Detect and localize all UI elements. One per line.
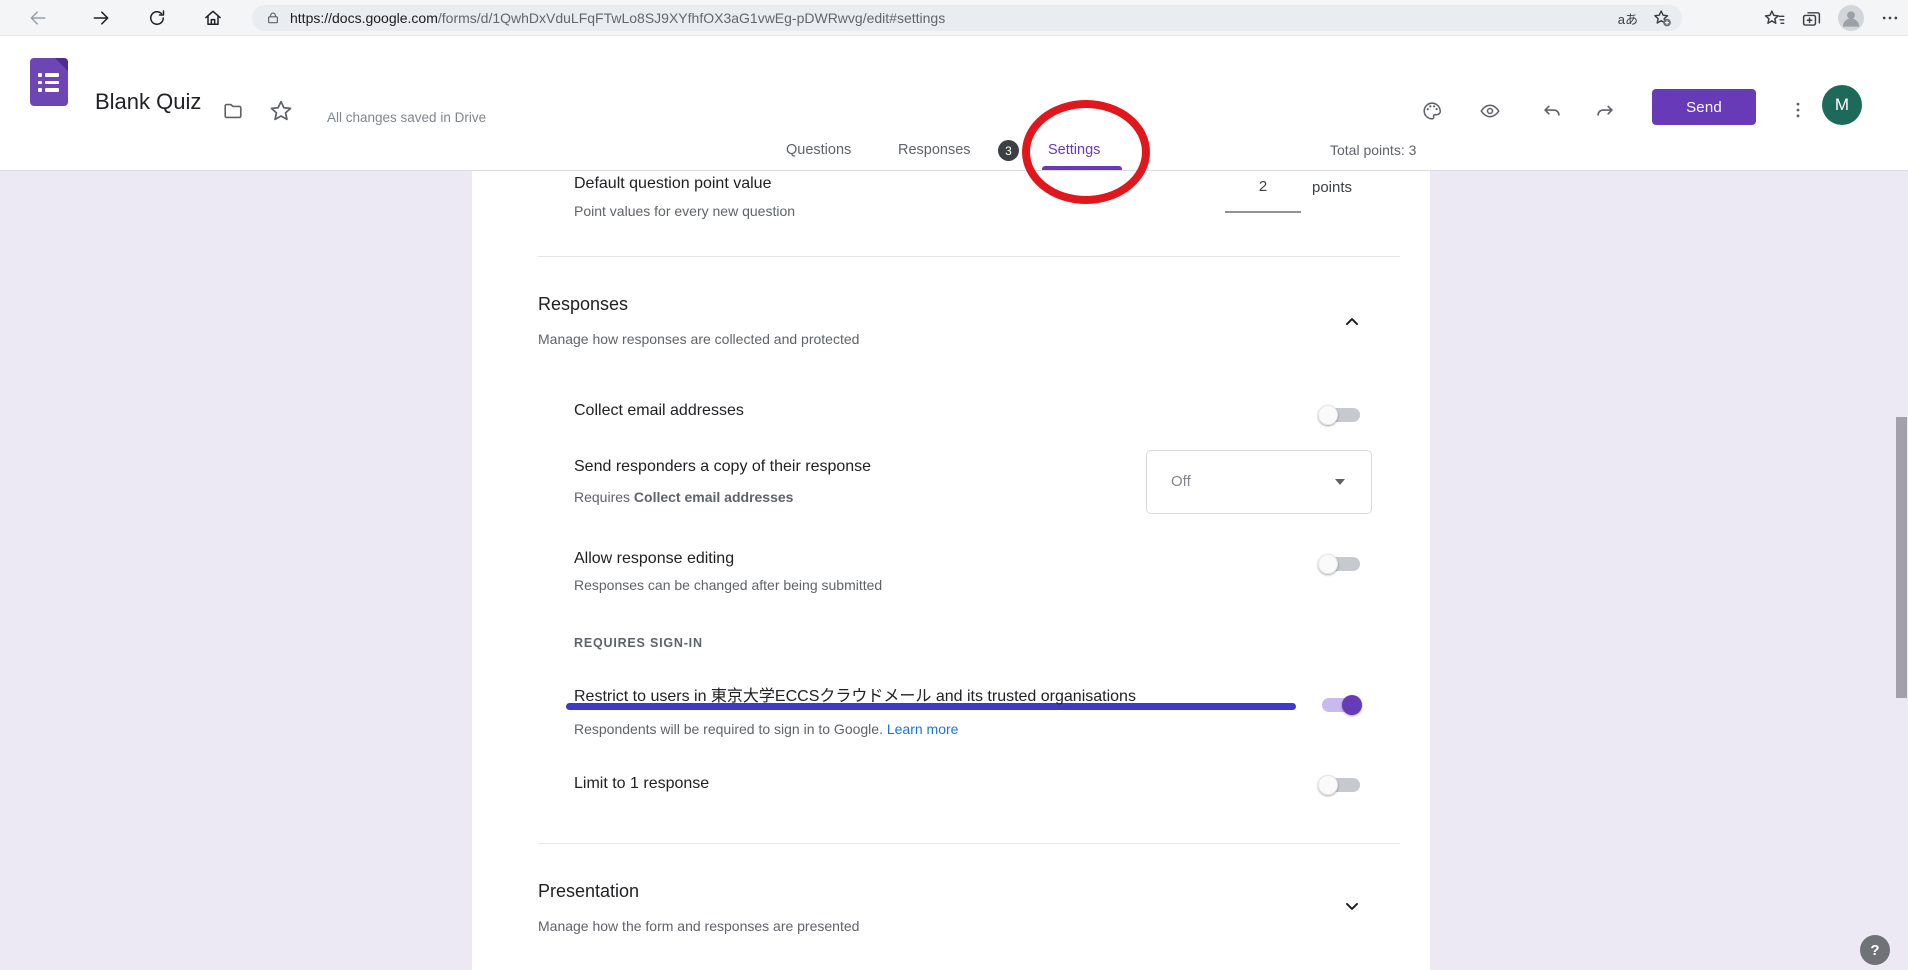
translate-icon[interactable]: aあ (1618, 9, 1638, 28)
url-text[interactable]: https://docs.google.com/forms/d/1QwhDxVd… (290, 5, 945, 31)
move-folder-icon[interactable] (222, 100, 244, 122)
help-button[interactable]: ? (1860, 935, 1890, 965)
default-points-input-underline (1225, 211, 1301, 213)
total-points: Total points: 3 (1330, 130, 1416, 170)
url-path: /forms/d/1QwhDxVduLFqFTwLo8SJ9XYfhfOX3aG… (438, 10, 945, 26)
requires-signin-header: REQUIRES SIGN-IN (574, 636, 703, 650)
send-copy-requires-bold: Collect email addresses (634, 489, 794, 505)
expand-chevron-down-icon[interactable] (1342, 896, 1362, 916)
lock-icon (266, 11, 280, 25)
restrict-users-toggle[interactable] (1318, 693, 1364, 717)
section-divider (538, 256, 1400, 257)
home-icon[interactable] (203, 8, 223, 28)
section-divider (538, 843, 1400, 844)
responses-count-badge: 3 (998, 140, 1019, 161)
allow-edit-subtitle: Responses can be changed after being sub… (574, 577, 882, 593)
default-points-subtitle: Point values for every new question (574, 203, 795, 219)
address-bar[interactable]: https://docs.google.com/forms/d/1QwhDxVd… (252, 5, 1682, 31)
responses-section-subtitle: Manage how responses are collected and p… (538, 331, 859, 347)
browser-menu-icon[interactable] (1880, 8, 1900, 28)
account-avatar[interactable]: M (1822, 85, 1862, 125)
dropdown-caret-icon (1335, 479, 1345, 485)
collect-email-toggle[interactable] (1318, 403, 1364, 427)
preview-eye-icon[interactable] (1479, 100, 1501, 122)
form-title[interactable]: Blank Quiz (95, 89, 201, 115)
add-favorite-icon[interactable] (1652, 8, 1672, 28)
limit-response-label: Limit to 1 response (574, 775, 709, 793)
scrollbar-thumb[interactable] (1896, 417, 1907, 698)
forward-icon[interactable] (91, 8, 111, 28)
forms-header: Blank Quiz All changes saved in Drive Se… (0, 36, 1908, 130)
settings-page: Default question point value Point value… (0, 171, 1908, 970)
favorites-bar-icon[interactable] (1764, 8, 1785, 29)
allow-edit-label: Allow response editing (574, 550, 734, 568)
default-points-input[interactable]: 2 (1225, 178, 1301, 195)
settings-card: Default question point value Point value… (472, 171, 1430, 970)
url-host: https://docs.google.com (290, 10, 438, 26)
send-copy-label: Send responders a copy of their response (574, 458, 871, 476)
google-forms-logo[interactable] (30, 58, 68, 106)
collections-icon[interactable] (1801, 8, 1822, 29)
collapse-chevron-up-icon[interactable] (1342, 312, 1362, 332)
tab-responses[interactable]: Responses (898, 130, 971, 170)
allow-edit-toggle[interactable] (1318, 552, 1364, 576)
logo-fold (55, 58, 68, 71)
theme-palette-icon[interactable] (1421, 100, 1443, 122)
send-copy-dropdown[interactable]: Off (1146, 450, 1372, 514)
star-icon[interactable] (268, 98, 294, 124)
back-icon[interactable] (28, 8, 48, 28)
tab-questions[interactable]: Questions (786, 130, 851, 170)
send-copy-requires: Requires Collect email addresses (574, 489, 793, 505)
browser-toolbar: https://docs.google.com/forms/d/1QwhDxVd… (0, 0, 1908, 36)
send-copy-dropdown-value: Off (1171, 451, 1191, 513)
tab-bar: Questions Responses 3 Settings Total poi… (0, 130, 1908, 171)
limit-response-toggle[interactable] (1318, 773, 1364, 797)
redo-icon[interactable] (1594, 100, 1616, 122)
collect-email-label: Collect email addresses (574, 402, 744, 420)
learn-more-link[interactable]: Learn more (887, 721, 959, 737)
presentation-section-title: Presentation (538, 881, 639, 902)
browser-profile-icon[interactable] (1838, 5, 1864, 31)
saved-status: All changes saved in Drive (327, 110, 486, 125)
default-points-title: Default question point value (574, 175, 771, 193)
restrict-users-label: Restrict to users in 東京大学ECCSクラウドメール and… (574, 682, 1136, 706)
tab-settings[interactable]: Settings (1048, 130, 1100, 170)
points-unit-label: points (1312, 179, 1352, 196)
undo-icon[interactable] (1541, 100, 1563, 122)
responses-section-title: Responses (538, 294, 628, 315)
refresh-icon[interactable] (147, 8, 167, 28)
more-options-icon[interactable] (1788, 100, 1808, 120)
send-button[interactable]: Send (1652, 89, 1756, 125)
active-tab-underline (1042, 166, 1122, 170)
presentation-section-subtitle: Manage how the form and responses are pr… (538, 918, 859, 934)
restrict-users-subtitle: Respondents will be required to sign in … (574, 721, 958, 737)
